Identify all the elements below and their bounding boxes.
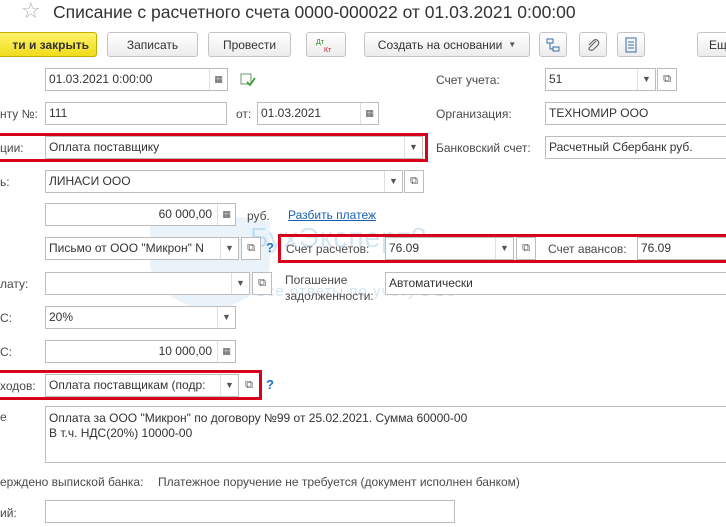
recipient-field[interactable]: ЛИНАСИ ООО ▼ <box>45 170 403 193</box>
vat-rate-value: 20% <box>49 310 74 324</box>
date-value: 01.03.2021 0:00:00 <box>49 72 153 86</box>
organization-label: Организация: <box>436 107 512 121</box>
report-button[interactable] <box>617 32 645 57</box>
from-date-value: 01.03.2021 <box>261 106 322 120</box>
operation-label: ции: <box>0 141 24 155</box>
svg-text:Кт: Кт <box>324 47 332 53</box>
open-account-button[interactable]: ⧉ <box>657 68 677 91</box>
help-icon[interactable]: ? <box>266 240 274 255</box>
contract-field[interactable]: Письмо от ООО "Микрон" N ▼ <box>45 237 239 260</box>
structure-icon <box>546 38 560 51</box>
vat-sum-field[interactable]: 10 000,00 ▦ <box>45 340 236 363</box>
split-payment-link[interactable]: Разбить платеж <box>288 208 376 222</box>
amount-field[interactable]: 60 000,00 ▦ <box>45 203 236 226</box>
open-payment-button[interactable]: ⧉ <box>252 272 272 295</box>
calculator-icon[interactable]: ▦ <box>217 204 235 225</box>
vat-rate-label: С: <box>0 311 12 325</box>
contract-value: Письмо от ООО "Микрон" N <box>49 241 204 255</box>
vat-rate-field[interactable]: 20% ▼ <box>45 306 236 329</box>
chevron-down-icon: ▼ <box>508 40 517 49</box>
payment-label: лату: <box>0 277 29 291</box>
account-label: Счет учета: <box>436 73 500 87</box>
account-field[interactable]: 51 ▼ <box>545 68 656 91</box>
repay-label-line2: задолженности: <box>285 289 374 303</box>
purpose-label: е <box>0 410 7 424</box>
dt-kt-button[interactable]: Дт Кт <box>306 32 346 57</box>
chevron-down-icon[interactable]: ▼ <box>220 375 238 396</box>
dt-kt-icon: Дт Кт <box>316 39 332 53</box>
expense-value: Оплата поставщикам (подр: <box>49 378 206 392</box>
settle-account-value: 76.09 <box>389 241 420 255</box>
date-field[interactable]: 01.03.2021 0:00:00 ▦ <box>45 68 228 91</box>
bank-account-label: Банковский счет: <box>436 141 531 155</box>
vat-sum-value: 10 000,00 <box>158 344 212 358</box>
create-based-on-button[interactable]: Создать на основании ▼ <box>364 32 530 57</box>
calendar-icon[interactable]: ▦ <box>209 69 227 90</box>
repay-label-line1: Погашение <box>285 273 348 287</box>
confirmed-value: Платежное поручение не требуется (докуме… <box>158 475 520 489</box>
doc-number-label: нту №: <box>0 107 38 121</box>
repay-field[interactable]: Автоматически <box>385 272 726 295</box>
post-button[interactable]: Провести <box>208 32 291 57</box>
favorite-star-icon[interactable]: ☆ <box>21 0 41 22</box>
chevron-down-icon[interactable]: ▼ <box>404 137 422 158</box>
open-contract-button[interactable]: ⧉ <box>241 237 261 260</box>
structure-button[interactable] <box>539 32 567 57</box>
posted-status-icon <box>240 73 256 87</box>
operation-value: Оплата поставщику <box>49 140 160 154</box>
expense-label: ходов: <box>0 379 36 393</box>
organization-field[interactable]: ТЕХНОМИР ООО <box>545 102 726 125</box>
open-recipient-button[interactable]: ⧉ <box>404 170 424 193</box>
from-label: от: <box>236 107 252 121</box>
open-expense-button[interactable]: ⧉ <box>239 374 259 397</box>
more-button[interactable]: Ещ <box>697 32 726 57</box>
from-date-field[interactable]: 01.03.2021 ▦ <box>257 102 379 125</box>
svg-text:Дт: Дт <box>316 39 325 46</box>
list-icon <box>625 37 637 52</box>
vat-sum-label: С: <box>0 345 12 359</box>
confirmed-label: ерждено выпиской банка: <box>0 475 144 489</box>
advance-account-field[interactable]: 76.09 <box>637 237 726 260</box>
open-settle-account-button[interactable]: ⧉ <box>516 237 536 260</box>
bank-account-field[interactable]: Расчетный Сбербанк руб. <box>545 136 726 159</box>
chevron-down-icon[interactable]: ▼ <box>495 238 513 259</box>
paperclip-icon <box>588 38 600 51</box>
attach-button[interactable] <box>579 32 607 57</box>
recipient-value: ЛИНАСИ ООО <box>49 174 131 188</box>
split-payment-link-text: Разбить платеж <box>288 208 377 222</box>
help-icon[interactable]: ? <box>266 377 274 392</box>
settle-account-field[interactable]: 76.09 ▼ <box>385 237 514 260</box>
chevron-down-icon[interactable]: ▼ <box>637 69 655 90</box>
chevron-down-icon[interactable]: ▼ <box>220 238 238 259</box>
expense-field[interactable]: Оплата поставщикам (подр: ▼ <box>45 374 239 397</box>
chevron-down-icon[interactable]: ▼ <box>384 171 402 192</box>
account-value: 51 <box>549 72 563 86</box>
calendar-icon[interactable]: ▦ <box>360 103 378 124</box>
purpose-textarea[interactable]: Оплата за ООО "Микрон" по договору №99 о… <box>45 406 726 463</box>
comment-label: ий: <box>0 506 17 520</box>
calculator-icon[interactable]: ▦ <box>217 341 235 362</box>
settle-account-label: Счет расчетов: <box>286 242 370 256</box>
page-title: Списание с расчетного счета 0000-000022 … <box>53 2 576 22</box>
chevron-down-icon[interactable]: ▼ <box>217 307 235 328</box>
payment-field[interactable]: ▼ <box>45 272 250 295</box>
advance-account-label: Счет авансов: <box>548 242 627 256</box>
comment-field[interactable] <box>45 500 455 523</box>
create-based-on-label: Создать на основании <box>377 37 503 52</box>
post-and-close-button[interactable]: ти и закрыть <box>0 32 97 57</box>
repay-value: Автоматически <box>389 276 473 290</box>
currency-label: руб. <box>247 209 270 223</box>
operation-field[interactable]: Оплата поставщику ▼ <box>45 136 423 159</box>
recipient-label: ь: <box>0 175 10 189</box>
chevron-down-icon[interactable]: ▼ <box>231 273 249 294</box>
save-button[interactable]: Записать <box>107 32 198 57</box>
doc-number-field[interactable]: 111 <box>45 102 227 125</box>
amount-value: 60 000,00 <box>158 207 212 221</box>
